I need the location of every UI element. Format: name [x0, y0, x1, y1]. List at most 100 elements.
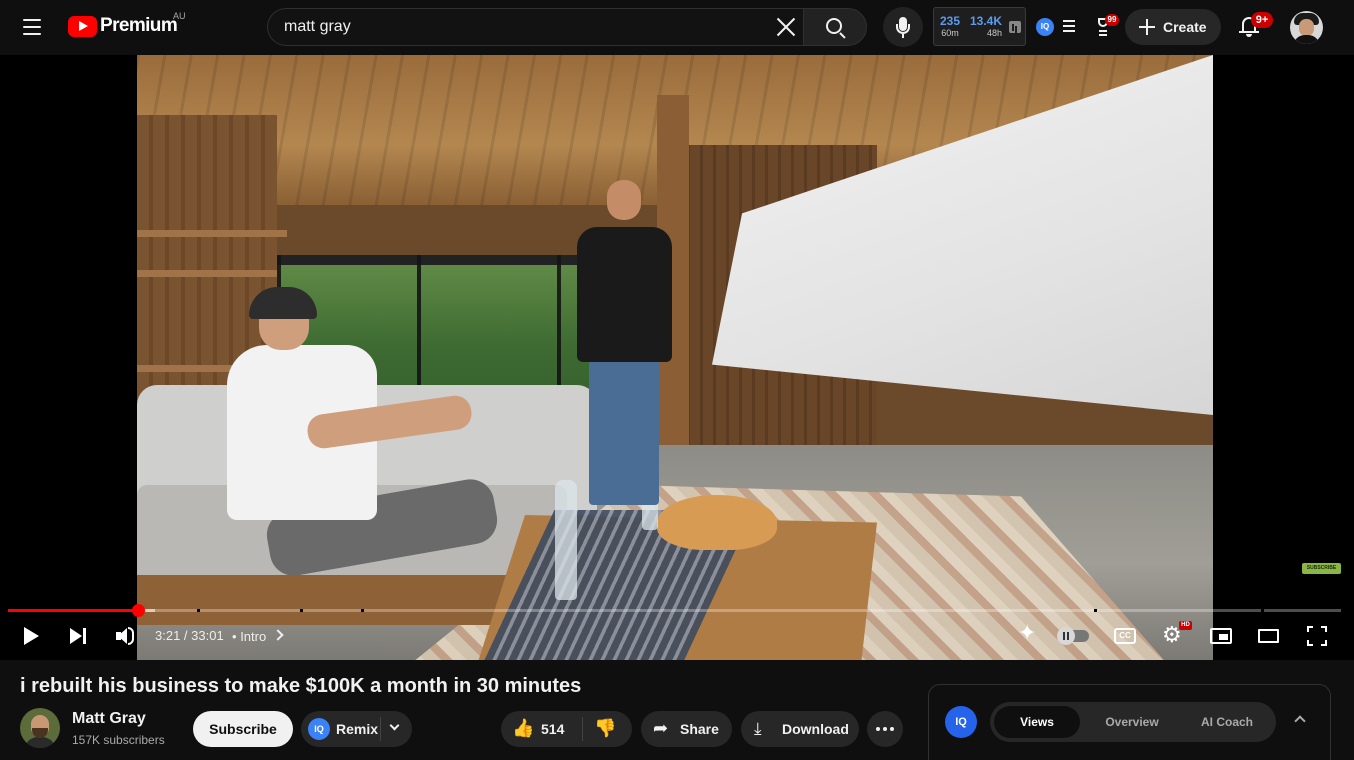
remix-label: Remix	[336, 721, 379, 737]
theater-mode-icon[interactable]	[1258, 629, 1279, 643]
views-60m-label: 60m	[941, 28, 959, 38]
vidiq-panel: IQ Views Overview AI Coach	[928, 684, 1331, 760]
avatar-body	[1293, 35, 1320, 44]
fullscreen-icon[interactable]	[1307, 626, 1327, 646]
vidiq-list-icon[interactable]	[1063, 20, 1075, 32]
clear-search-close-icon[interactable]	[772, 13, 800, 41]
youtube-premium-logo[interactable]: Premium	[68, 15, 178, 37]
ai-sparkle-icon[interactable]	[1018, 621, 1040, 646]
plus-icon	[1139, 19, 1155, 35]
hamburger-menu-button[interactable]	[14, 9, 50, 45]
vidiq-logo-icon: IQ	[945, 706, 977, 738]
chevron-down-icon[interactable]	[389, 720, 400, 731]
download-button[interactable]: ⤓ Download	[741, 711, 859, 747]
hamburger-icon-line	[23, 19, 41, 21]
search-button[interactable]	[803, 8, 867, 46]
vidiq-iq-icon[interactable]: IQ	[1036, 18, 1054, 36]
search-box	[267, 8, 810, 46]
like-dislike-group: 👍 514 👎	[501, 711, 632, 747]
vidiq-tab-strip: Views Overview AI Coach	[990, 702, 1276, 742]
video-title: i rebuilt his business to make $100K a m…	[20, 675, 582, 697]
account-avatar[interactable]	[1290, 11, 1323, 44]
chapter-marker	[299, 609, 303, 612]
channel-name[interactable]: Matt Gray	[72, 710, 146, 728]
remix-button[interactable]: IQ Remix	[301, 711, 412, 747]
more-horizontal-icon	[883, 727, 887, 731]
like-divider	[582, 717, 583, 741]
vidiq-iq-icon: IQ	[308, 718, 330, 740]
share-button[interactable]: ➦ Share	[641, 711, 732, 747]
channel-avatar-body	[24, 737, 56, 748]
trophy-icon-base	[1099, 30, 1107, 32]
channel-avatar[interactable]	[20, 708, 60, 748]
hamburger-icon-line	[23, 26, 41, 28]
scene-shelf	[137, 230, 287, 237]
bell-icon-rim	[1239, 31, 1259, 33]
chapter-title[interactable]: • Intro	[232, 629, 266, 644]
more-actions-button[interactable]	[867, 711, 903, 747]
create-label: Create	[1163, 19, 1207, 35]
share-label: Share	[680, 721, 719, 737]
share-arrow-icon: ➦	[653, 718, 669, 739]
more-horizontal-icon	[876, 727, 880, 731]
progress-scrubber-handle[interactable]	[131, 604, 145, 617]
video-frame[interactable]	[137, 55, 1213, 660]
subscriber-count: 157K subscribers	[72, 733, 165, 747]
search-input[interactable]	[284, 9, 764, 45]
microphone-icon-arc	[896, 24, 910, 34]
logo-text: Premium	[100, 15, 178, 36]
trophy-alert-badge: 99	[1105, 14, 1119, 26]
list-icon-line	[1063, 30, 1075, 32]
video-player[interactable]: SUBSCRIBE 3:21 / 33:01 • Intro CC ⚙ HD	[0, 55, 1354, 660]
search-icon-handle	[839, 32, 846, 39]
notification-count-badge: 9+	[1251, 12, 1273, 28]
chevron-up-icon[interactable]	[1294, 715, 1306, 727]
standing-person-legs	[589, 355, 659, 505]
create-button[interactable]: Create	[1125, 9, 1221, 45]
views-60m-value: 235	[939, 14, 961, 28]
chapter-marker	[361, 609, 365, 612]
scene-shelf	[137, 270, 287, 277]
scene-bowl	[657, 495, 777, 550]
download-icon: ⤓	[754, 719, 762, 739]
views-60m-stat: 235 60m	[937, 14, 963, 39]
masthead: Premium AU 235 60m 13.4K 48h IQ 99	[0, 0, 1354, 55]
views-48h-stat: 13.4K 48h	[967, 14, 1005, 39]
chapter-marker	[197, 609, 201, 612]
list-icon-line	[1063, 20, 1075, 22]
hamburger-icon-line	[23, 33, 41, 35]
tab-views[interactable]: Views	[994, 706, 1080, 738]
thumbs-up-icon[interactable]: 👍	[512, 719, 534, 739]
thumbs-down-icon[interactable]: 👎	[594, 719, 616, 739]
vidiq-realtime-stats[interactable]: 235 60m 13.4K 48h	[933, 7, 1026, 46]
avatar-face	[1299, 19, 1314, 36]
captions-cc-icon[interactable]: CC	[1114, 628, 1136, 644]
time-display: 3:21 / 33:01	[155, 628, 224, 643]
chapter-separator: •	[232, 629, 237, 644]
chapter-marker	[1094, 609, 1098, 612]
voice-search-button[interactable]	[883, 7, 923, 47]
tab-overview[interactable]: Overview	[1086, 706, 1178, 738]
subscribe-button[interactable]: Subscribe	[193, 711, 293, 747]
progress-played	[8, 609, 138, 612]
miniplayer-icon[interactable]	[1210, 628, 1232, 644]
progress-bar[interactable]	[8, 604, 1341, 617]
microphone-icon-stem	[902, 34, 904, 38]
next-video-icon[interactable]	[68, 621, 88, 651]
list-icon-line	[1063, 25, 1075, 27]
standing-person-torso	[577, 227, 672, 362]
autoplay-toggle[interactable]	[1057, 627, 1089, 645]
views-48h-label: 48h	[986, 28, 1002, 38]
subscribe-watermark[interactable]: SUBSCRIBE	[1302, 563, 1341, 574]
standing-person-head	[607, 180, 641, 220]
remix-divider	[380, 717, 381, 741]
like-count[interactable]: 514	[541, 721, 564, 737]
fullscreen-corner	[1321, 640, 1327, 646]
tab-ai-coach[interactable]: AI Coach	[1182, 706, 1272, 738]
fullscreen-corner	[1307, 640, 1313, 646]
play-button-icon[interactable]	[22, 621, 40, 651]
download-label: Download	[782, 721, 849, 737]
country-code: AU	[173, 11, 186, 21]
hd-quality-badge: HD	[1179, 621, 1192, 630]
scene-bottle	[555, 480, 577, 600]
